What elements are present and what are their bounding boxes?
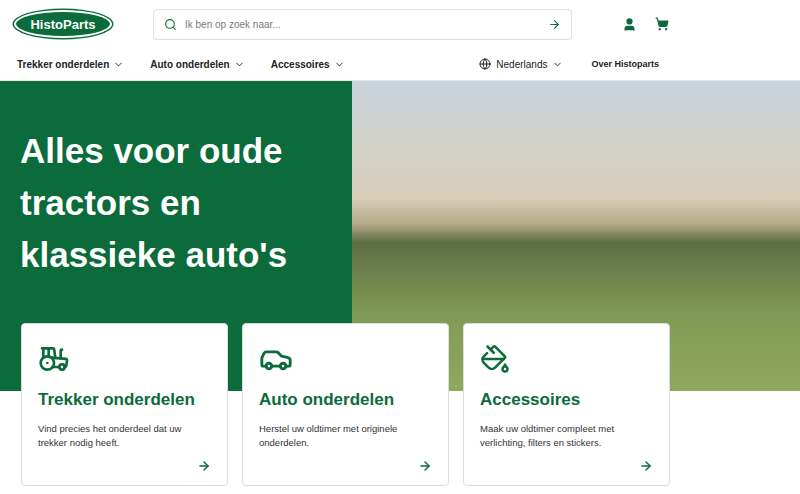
category-card[interactable]: Accessoires Maak uw oldtimer compleet met… xyxy=(463,323,670,486)
search-placeholder: Ik ben op zoek naar... xyxy=(185,19,540,30)
logo[interactable]: HistoParts xyxy=(14,10,112,38)
category-card[interactable]: Auto onderdelen Herstel uw oldtimer met o… xyxy=(242,323,449,486)
nav-item[interactable]: Trekker onderdelen xyxy=(17,59,124,70)
chevron-down-icon xyxy=(113,59,124,70)
hero-title: Alles voor oudetractors enklassieke auto… xyxy=(20,125,332,281)
chevron-down-icon xyxy=(234,59,245,70)
card-title: Accessoires xyxy=(480,390,653,410)
main-nav: Trekker onderdelen Auto onderdelen Accesso… xyxy=(0,48,800,81)
header: HistoParts Ik ben op zoek naar... xyxy=(0,0,800,48)
globe-icon xyxy=(479,58,491,70)
arrow-right-icon xyxy=(418,459,432,473)
page: HistoParts Ik ben op zoek naar... Trekker … xyxy=(0,0,800,494)
cart-icon xyxy=(655,17,669,31)
user-icon xyxy=(622,17,637,32)
category-card[interactable]: Trekker onderdelen Vind precies het onder… xyxy=(21,323,228,486)
chevron-down-icon xyxy=(552,59,563,70)
account-button[interactable] xyxy=(622,17,637,32)
language-select[interactable]: Nederlands xyxy=(479,58,563,70)
arrow-right-icon xyxy=(548,18,561,31)
about-link[interactable]: Over Histoparts xyxy=(591,59,659,69)
arrow-right-icon xyxy=(639,459,653,473)
card-text: Herstel uw oldtimer met originele onderd… xyxy=(259,422,409,450)
tractor-icon xyxy=(38,343,70,375)
card-text: Vind precies het onderdeel dat uw trekke… xyxy=(38,422,188,450)
search-field[interactable]: Ik ben op zoek naar... xyxy=(153,9,572,40)
nav-item[interactable]: Auto onderdelen xyxy=(150,59,244,70)
chevron-down-icon xyxy=(334,59,345,70)
card-text: Maak uw oldtimer compleet met verlichtin… xyxy=(480,422,630,450)
cart-button[interactable] xyxy=(655,17,669,31)
nav-item[interactable]: Accessoires xyxy=(271,59,345,70)
arrow-right-icon xyxy=(197,459,211,473)
paint-bucket-icon xyxy=(480,344,510,374)
card-title: Auto onderdelen xyxy=(259,390,432,410)
car-icon xyxy=(259,342,293,376)
category-cards: Trekker onderdelen Vind precies het onder… xyxy=(0,323,800,486)
card-title: Trekker onderdelen xyxy=(38,390,211,410)
search-submit-button[interactable] xyxy=(548,18,561,31)
header-actions xyxy=(622,17,669,32)
search-icon xyxy=(164,18,177,31)
